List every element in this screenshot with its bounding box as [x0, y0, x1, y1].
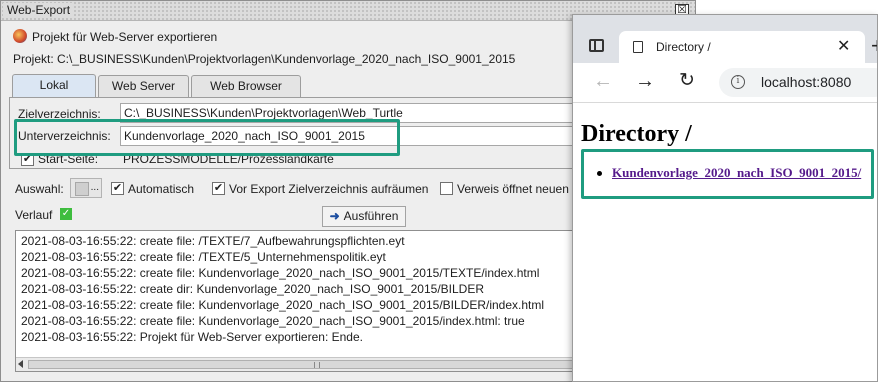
log-line: 2021-08-03-16:55:22: create file: /TEXTE… — [21, 250, 386, 264]
export-project-icon — [13, 29, 27, 43]
forward-arrow-icon[interactable]: → — [635, 70, 655, 92]
arrow-right-icon: ➜ — [329, 209, 340, 223]
reload-icon[interactable]: ↻ — [679, 70, 695, 92]
tab-web-browser[interactable]: Web Browser — [191, 75, 301, 97]
selection-button[interactable]: ... — [70, 178, 102, 198]
log-line: 2021-08-03-16:55:22: create file: /TEXTE… — [21, 234, 405, 248]
automatic-checkbox[interactable]: ✔ — [111, 182, 124, 195]
scroll-left-arrow-icon[interactable] — [18, 360, 23, 368]
start-page-label: Start-Seite: — [38, 152, 99, 166]
history-label: Verlauf — [15, 208, 53, 222]
directory-link[interactable]: Kundenvorlage_2020_nach_ISO_9001_2015/ — [612, 165, 861, 181]
scroll-grip-icon — [314, 362, 320, 368]
link-new-checkbox[interactable] — [440, 182, 453, 195]
link-new-label: Verweis öffnet neuen — [457, 182, 569, 196]
log-line: 2021-08-03-16:55:22: create file: Kunden… — [21, 314, 525, 328]
back-arrow-icon[interactable]: ← — [593, 70, 613, 92]
target-dir-label: Zielverzeichnis: — [18, 107, 101, 121]
browser-tab-strip: Directory / ✕ + — [573, 15, 877, 63]
automatic-label: Automatisch — [128, 182, 195, 196]
log-line: 2021-08-03-16:55:22: create dir: Kundenv… — [21, 282, 485, 296]
tab-close-icon[interactable]: ✕ — [837, 36, 850, 56]
log-line: 2021-08-03-16:55:22: create file: Kunden… — [21, 266, 540, 280]
run-button-label: Ausführen — [343, 209, 399, 223]
browser-tab[interactable]: Directory / ✕ — [619, 31, 865, 63]
browser-tab-title: Directory / — [656, 40, 711, 54]
browser-window: Directory / ✕ + ← → ↻ i localhost:8080 D… — [572, 14, 878, 382]
new-tab-icon[interactable]: + — [871, 33, 877, 59]
dialog-header: Projekt für Web-Server exportieren — [32, 30, 218, 44]
start-page-value[interactable]: PROZESSMODELLE/Prozesslandkarte — [123, 152, 334, 166]
sidebar-toggle-icon[interactable] — [589, 39, 604, 52]
directory-heading: Directory / — [581, 121, 692, 147]
browser-toolbar: ← → ↻ i localhost:8080 — [573, 63, 877, 103]
run-button[interactable]: ➜ Ausführen — [322, 206, 406, 227]
address-url: localhost:8080 — [761, 74, 852, 90]
scroll-thumb[interactable] — [28, 360, 604, 369]
sub-dir-label: Unterverzeichnis: — [18, 129, 111, 143]
list-bullet — [597, 171, 602, 176]
address-bar[interactable]: i localhost:8080 — [719, 68, 877, 97]
project-path: Projekt: C:\_BUSINESS\Kunden\Projektvorl… — [13, 52, 516, 66]
start-page-checkbox[interactable]: ✔ — [21, 153, 34, 166]
dialog-title: Web-Export — [3, 3, 75, 17]
log-line: 2021-08-03-16:55:22: create file: Kunden… — [21, 298, 545, 312]
cleanup-label: Vor Export Zielverzeichnis aufräumen — [229, 182, 429, 196]
tab-lokal[interactable]: Lokal — [12, 74, 96, 98]
cleanup-checkbox[interactable]: ✔ — [212, 182, 225, 195]
tab-web-server[interactable]: Web Server — [98, 75, 189, 97]
selection-label: Auswahl: — [15, 182, 64, 196]
log-line: 2021-08-03-16:55:22: Projekt für Web-Ser… — [21, 330, 363, 344]
page-icon — [633, 41, 643, 53]
status-ok-icon: ✓ — [60, 208, 72, 220]
site-info-icon[interactable]: i — [731, 75, 745, 89]
